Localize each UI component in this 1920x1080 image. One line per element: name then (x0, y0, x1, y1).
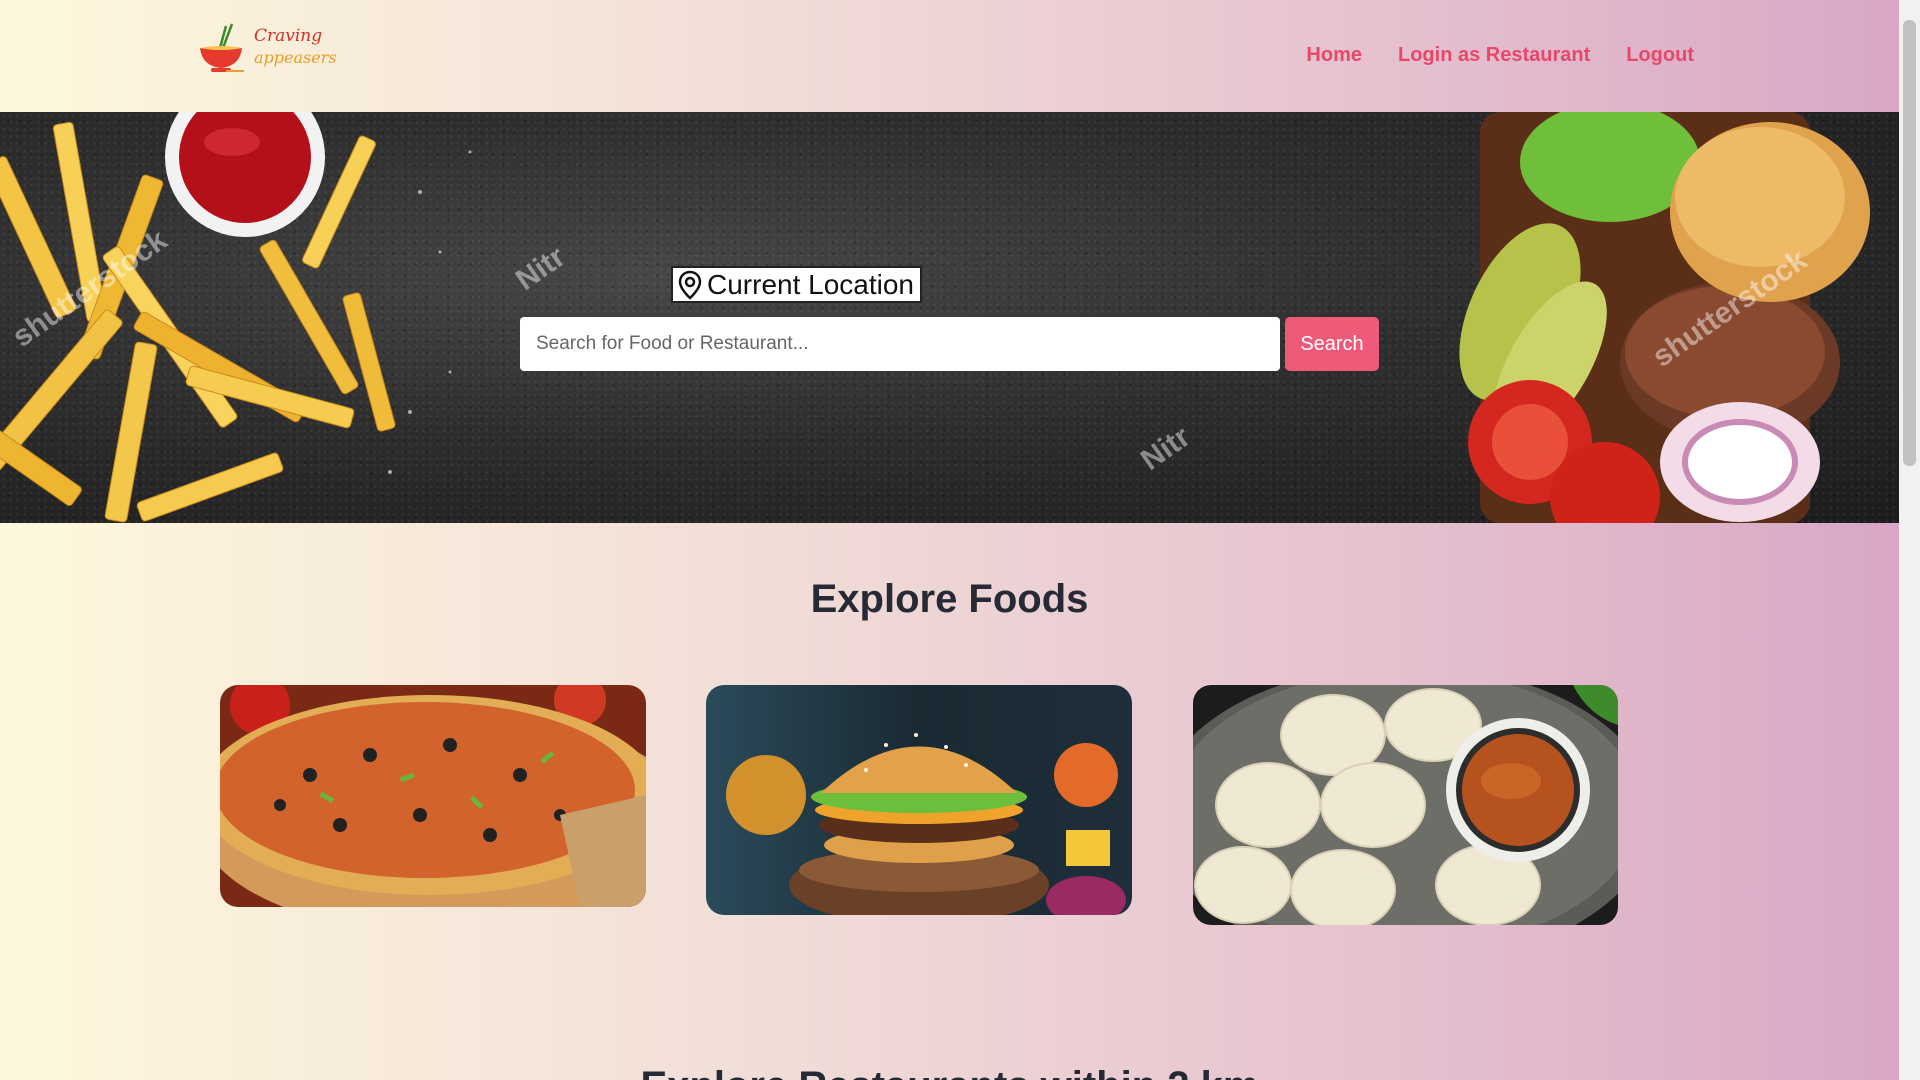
bowl-icon (200, 23, 244, 72)
nav-login-restaurant-link[interactable]: Login as Restaurant (1398, 44, 1590, 67)
food-card-burger[interactable] (706, 685, 1132, 915)
momos-image (1193, 685, 1618, 925)
brand-name-line2: appeasers (254, 48, 337, 67)
brand-logo[interactable]: Craving appeasers (196, 18, 337, 74)
page: Craving appeasers Home Login as Restaura… (0, 0, 1899, 1080)
burger-photo (706, 685, 1132, 915)
pizza-image (220, 685, 646, 907)
top-navbar: Craving appeasers Home Login as Restaura… (0, 0, 1899, 112)
scrollbar-thumb[interactable] (1903, 20, 1916, 466)
explore-restaurants-heading: Explore Restaurants within 2 km (0, 1064, 1899, 1080)
explore-foods-heading: Explore Foods (810, 577, 1089, 621)
nav-home-link[interactable]: Home (1306, 44, 1362, 67)
map-pin-icon (678, 270, 702, 300)
food-card-momos[interactable] (1193, 685, 1618, 925)
search-input[interactable] (520, 317, 1280, 371)
main-nav: Home Login as Restaurant Logout (1306, 44, 1694, 67)
search-button[interactable]: Search (1285, 317, 1379, 371)
food-card-pizza[interactable] (220, 685, 646, 907)
current-location-label: Current Location (707, 268, 915, 300)
brand-name-line1: Craving (254, 26, 323, 46)
burger-image (1459, 112, 1870, 523)
current-location-button[interactable]: Current Location (671, 266, 923, 303)
page-scrollbar[interactable] (1899, 0, 1920, 1080)
nav-logout-link[interactable]: Logout (1626, 44, 1694, 67)
